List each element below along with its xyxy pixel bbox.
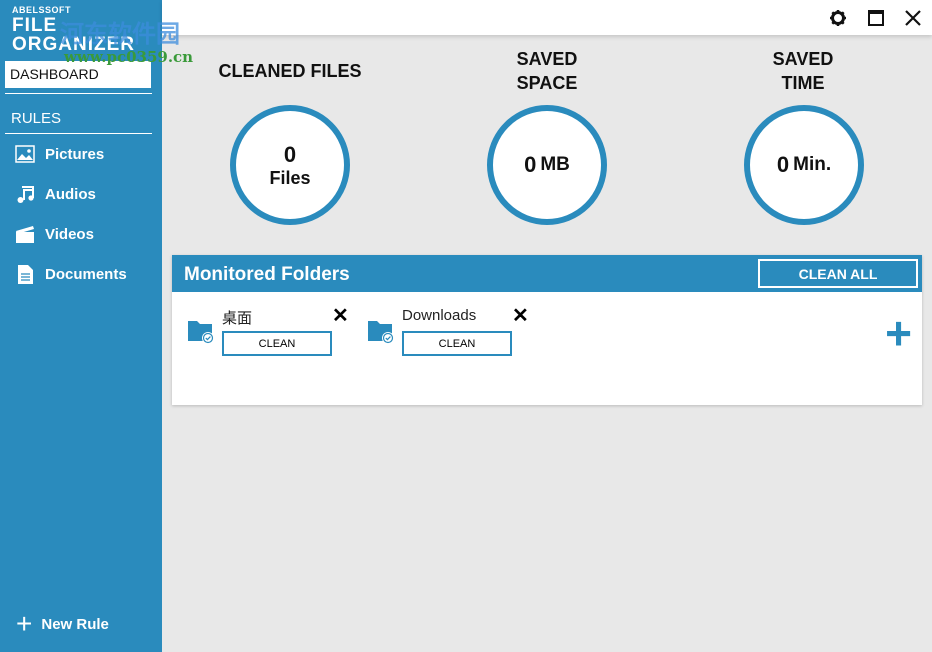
clean-folder-button[interactable]: CLEAN: [222, 331, 332, 356]
sidebar-item-label: Pictures: [45, 145, 105, 163]
panel-title: Monitored Folders: [184, 264, 350, 285]
stat-value: 0: [776, 152, 790, 177]
sidebar-item-label: Audios: [45, 185, 96, 203]
monitored-folders-panel: Monitored Folders CLEAN ALL 桌面 ✕ CLEAN D…: [172, 255, 922, 405]
title-bar: [162, 0, 932, 35]
folder-name: 桌面: [222, 310, 253, 327]
sidebar-item-documents[interactable]: Documents: [14, 263, 127, 285]
cleaned-files-circle: 0 Files: [230, 105, 350, 225]
stat-unit: Files: [269, 167, 311, 188]
sidebar-item-audios[interactable]: Audios: [14, 183, 96, 205]
gear-icon[interactable]: [829, 9, 847, 27]
sidebar: ABELSSOFT FILE ORGANIZER DASHBOARD RULES…: [0, 0, 162, 652]
watermark: 河东软件园: [60, 19, 180, 48]
maximize-icon[interactable]: [867, 9, 885, 27]
sidebar-item-pictures[interactable]: Pictures: [14, 143, 104, 165]
stat-title-saved-space: SAVED SPACE: [516, 49, 578, 93]
new-rule-button[interactable]: + New Rule: [16, 608, 109, 639]
watermark-url: www.pc0359.cn: [64, 48, 194, 66]
stat-value: 0: [283, 141, 297, 167]
close-icon[interactable]: [904, 9, 922, 27]
stat-title-cleaned-files: CLEANED FILES: [218, 61, 362, 81]
music-note-icon: [17, 186, 34, 203]
divider: [5, 93, 152, 94]
folder-name: Downloads: [402, 307, 477, 324]
sidebar-item-label: Videos: [45, 225, 94, 243]
folder-check-icon: [188, 321, 214, 344]
clapperboard-icon: [16, 226, 34, 243]
saved-space-circle: 0 MB: [487, 105, 607, 225]
document-icon: [18, 265, 33, 284]
plus-icon: +: [16, 608, 33, 639]
image-icon: [15, 145, 35, 163]
saved-time-circle: 0 Min.: [744, 105, 864, 225]
remove-folder-icon[interactable]: ✕: [332, 303, 349, 328]
sidebar-item-label: Documents: [45, 265, 127, 283]
clean-folder-button[interactable]: CLEAN: [402, 331, 512, 356]
stat-title-saved-time: SAVED TIME: [772, 49, 834, 93]
folder-check-icon: [368, 321, 394, 344]
stat-unit: MB: [540, 154, 570, 175]
stat-unit: Min.: [793, 154, 832, 175]
remove-folder-icon[interactable]: ✕: [512, 303, 529, 328]
clean-all-button[interactable]: CLEAN ALL: [758, 259, 918, 288]
new-rule-label: New Rule: [41, 615, 109, 633]
add-folder-icon[interactable]: +: [885, 310, 912, 356]
divider: [5, 133, 152, 134]
sidebar-item-videos[interactable]: Videos: [14, 223, 94, 245]
stat-value: 0: [524, 152, 537, 177]
rules-header: RULES: [11, 110, 62, 127]
